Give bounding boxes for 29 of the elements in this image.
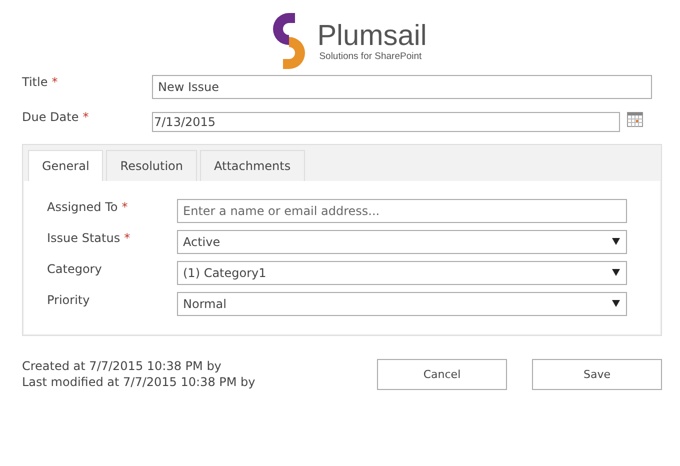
required-mark: *	[52, 75, 58, 89]
tab[interactable]: Resolution	[106, 150, 197, 181]
field-label: Title	[22, 75, 48, 89]
dropdown-arrow-icon	[612, 300, 620, 307]
field-label: Priority	[47, 292, 90, 306]
required-mark: *	[82, 110, 89, 124]
required-mark: *	[124, 230, 130, 244]
date-field[interactable]: 7/13/2015	[152, 112, 620, 132]
text-field[interactable]: New Issue	[152, 75, 652, 99]
dropdown[interactable]: Normal	[177, 292, 627, 316]
required-mark: *	[122, 200, 128, 214]
cancel-button[interactable]: Cancel	[377, 358, 507, 390]
field-label: Issue Status	[47, 230, 120, 244]
tab[interactable]: Attachments	[200, 150, 305, 181]
field-label: Category	[47, 262, 102, 276]
field-label: Due Date	[22, 110, 79, 124]
save-button[interactable]: Save	[532, 358, 662, 390]
dropdown[interactable]: Active	[177, 230, 627, 254]
created-info: Created at 7/7/2015 10:38 PM by	[22, 358, 222, 374]
dropdown[interactable]: (1) Category1	[177, 260, 627, 284]
people-picker-field[interactable]: Enter a name or email address...	[177, 198, 627, 222]
modified-info: Last modified at 7/7/2015 10:38 PM by	[22, 374, 256, 390]
logo-name: Plumsail	[317, 20, 427, 50]
logo-tagline: Solutions for SharePoint	[319, 50, 423, 62]
calendar-icon[interactable]	[627, 112, 643, 127]
tab[interactable]: General	[28, 150, 104, 181]
dropdown-arrow-icon	[612, 238, 620, 245]
field-label: Assigned To	[47, 200, 118, 214]
dropdown-arrow-icon	[612, 269, 620, 276]
